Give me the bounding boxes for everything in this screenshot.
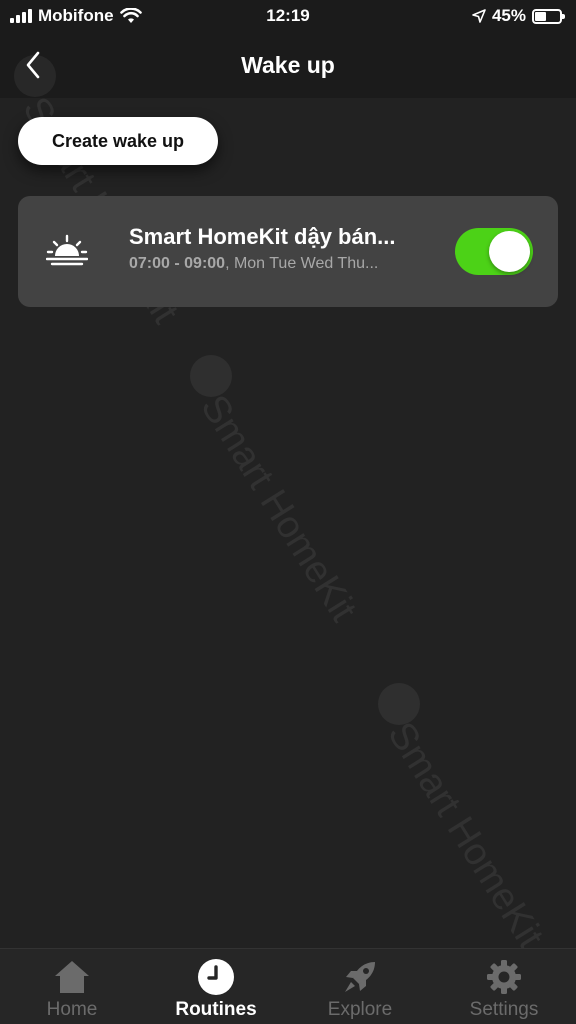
routine-schedule: 07:00 - 09:00, Mon Tue Wed Thu... [129, 255, 444, 273]
routine-days: , Mon Tue Wed Thu... [225, 255, 379, 272]
tab-bar: Home Routines Explore Settings [0, 948, 576, 1024]
tab-label-settings: Settings [469, 999, 539, 1020]
sunrise-icon [46, 234, 88, 266]
tab-label-home: Home [46, 999, 98, 1020]
page-title: Wake up [241, 52, 335, 78]
routine-enabled-toggle[interactable] [455, 228, 533, 275]
watermark-text: Smart HomeKit [192, 388, 365, 629]
battery-percent: 45% [491, 6, 526, 25]
navigation-bar: Wake up [0, 32, 576, 98]
routine-card[interactable]: Smart HomeKit dậy bán... 07:00 - 09:00, … [18, 196, 558, 307]
watermark-text: Smart HomeKit [379, 715, 552, 956]
status-bar: Mobifone 12:19 45% [0, 0, 576, 32]
battery-icon [532, 8, 565, 24]
tab-home[interactable]: Home [0, 949, 144, 1024]
gear-icon [484, 957, 524, 997]
home-icon [52, 957, 92, 997]
watermark-logo [190, 355, 232, 397]
toggle-knob [489, 231, 530, 272]
tab-explore[interactable]: Explore [288, 949, 432, 1024]
battery-fill [535, 11, 546, 21]
location-arrow-icon [472, 9, 486, 23]
status-right: 45% [472, 6, 565, 26]
tab-label-explore: Explore [327, 999, 393, 1020]
watermark-logo [378, 683, 420, 725]
tab-label-routines: Routines [175, 999, 257, 1020]
routine-time-range: 07:00 - 09:00 [129, 255, 226, 272]
tab-settings[interactable]: Settings [432, 949, 576, 1024]
rocket-icon [340, 957, 380, 997]
tab-routines[interactable]: Routines [144, 949, 288, 1024]
clock-icon [196, 957, 236, 997]
routine-name: Smart HomeKit dậy bán... [129, 224, 396, 249]
create-wake-up-button[interactable]: Create wake up [18, 117, 218, 165]
